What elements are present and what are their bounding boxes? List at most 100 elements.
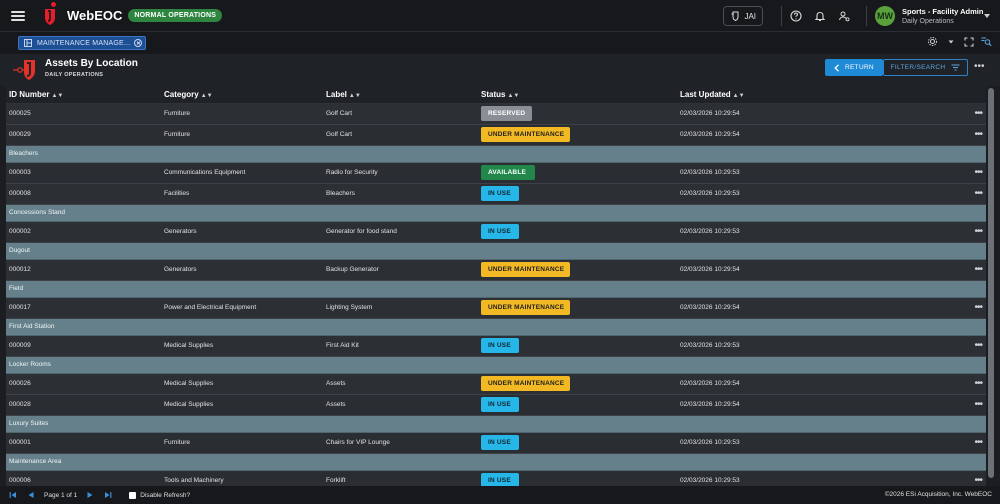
table-row[interactable]: 000017 Power and Electrical Equipment Ligh… xyxy=(6,297,986,319)
divider xyxy=(781,6,782,26)
cell-label: Lighting System xyxy=(323,297,478,319)
row-more-options-icon[interactable]: ••• xyxy=(957,394,986,416)
table-row[interactable]: 000006 Tools and Machinery Forklift IN USE 0… xyxy=(6,470,986,486)
assets-table: ID Number ▲▼ Category ▲▼ Label ▲▼ Status ▲▼ … xyxy=(6,86,986,486)
table-row[interactable]: 000029 Furniture Golf Cart UNDER MAINTENANC… xyxy=(6,124,986,146)
table-row[interactable]: 000028 Medical Supplies Assets IN USE 02/03/… xyxy=(6,394,986,416)
tab-strip-tools xyxy=(927,36,992,47)
cell-id-number: 000026 xyxy=(6,373,161,395)
table-body: 000025 Furniture Golf Cart RESERVED 02/03/20… xyxy=(6,103,986,486)
row-more-options-icon[interactable]: ••• xyxy=(957,432,986,454)
return-button[interactable]: RETURN xyxy=(825,59,883,76)
row-more-options-icon[interactable]: ••• xyxy=(957,103,986,125)
row-more-options-icon[interactable]: ••• xyxy=(957,183,986,205)
avatar[interactable]: MW xyxy=(875,6,895,26)
sort-icon: ▲▼ xyxy=(348,92,361,99)
help-icon[interactable] xyxy=(788,8,804,24)
group-header-row: Maintenance Area xyxy=(6,453,986,471)
board-icon xyxy=(24,39,32,47)
page-indicator: Page 1 of 1 xyxy=(44,491,78,499)
group-header-row: Luxury Suites xyxy=(6,415,986,433)
jai-button[interactable]: JAI xyxy=(723,6,763,26)
cell-id-number: 000017 xyxy=(6,297,161,319)
column-header-status[interactable]: Status ▲▼ xyxy=(478,86,677,104)
table-row[interactable]: 000026 Medical Supplies Assets UNDER MAINTE… xyxy=(6,373,986,395)
cell-category: Medical Supplies xyxy=(161,335,323,357)
filter-search-button[interactable]: FILTER/SEARCH xyxy=(883,59,968,76)
group-header-row: Field xyxy=(6,280,986,298)
tab-maintenance-management[interactable]: MAINTENANCE MANAGE... xyxy=(18,36,146,50)
return-label: RETURN xyxy=(845,64,874,71)
row-more-options-icon[interactable]: ••• xyxy=(957,373,986,395)
group-location-name: Concessions Stand xyxy=(6,204,986,222)
row-more-options-icon[interactable]: ••• xyxy=(957,124,986,146)
vertical-scrollbar[interactable] xyxy=(987,86,995,486)
chevron-down-icon[interactable] xyxy=(984,14,990,18)
cell-label: First Aid Kit xyxy=(323,335,478,357)
row-more-options-icon[interactable]: ••• xyxy=(957,335,986,357)
column-header-id[interactable]: ID Number ▲▼ xyxy=(6,86,161,104)
row-more-options-icon[interactable]: ••• xyxy=(957,297,986,319)
cell-id-number: 000029 xyxy=(6,124,161,146)
table-row[interactable]: 000002 Generators Generator for food stand… xyxy=(6,221,986,243)
group-location-name: Bleachers xyxy=(6,145,986,163)
chevron-down-icon[interactable] xyxy=(945,36,956,47)
menu-icon[interactable] xyxy=(11,10,25,21)
status-badge: UNDER MAINTENANCE xyxy=(481,262,570,277)
column-header-last-updated[interactable]: Last Updated ▲▼ xyxy=(677,86,957,104)
cell-category: Power and Electrical Equipment xyxy=(161,297,323,319)
webeoc-logo xyxy=(43,1,57,25)
group-header-row: Bleachers xyxy=(6,145,986,163)
cell-status: IN USE xyxy=(478,394,677,416)
table-row[interactable]: 000008 Facilities Bleachers IN USE 02/03/202… xyxy=(6,183,986,205)
cell-category: Generators xyxy=(161,221,323,243)
search-list-icon[interactable] xyxy=(981,36,992,47)
last-page-icon[interactable] xyxy=(103,490,113,500)
bell-icon[interactable] xyxy=(812,8,828,24)
user-menu[interactable]: Sports - Facility Admin Daily Operations xyxy=(902,7,984,25)
status-badge: IN USE xyxy=(481,224,519,239)
disable-refresh-checkbox[interactable] xyxy=(129,491,137,499)
row-more-options-icon[interactable]: ••• xyxy=(957,259,986,281)
group-location-name: Field xyxy=(6,280,986,298)
settings-icon[interactable] xyxy=(927,36,938,47)
cell-status: UNDER MAINTENANCE xyxy=(478,259,677,281)
first-page-icon[interactable] xyxy=(8,490,18,500)
row-more-options-icon[interactable]: ••• xyxy=(957,221,986,243)
board-logo-icon xyxy=(12,57,38,83)
table-row[interactable]: 000001 Furniture Chairs for VIP Lounge IN U… xyxy=(6,432,986,454)
scrollbar-thumb[interactable] xyxy=(988,88,994,478)
cell-last-updated: 02/03/2026 10:29:53 xyxy=(677,183,957,205)
table-row[interactable]: 000009 Medical Supplies First Aid Kit IN US… xyxy=(6,335,986,357)
status-badge: IN USE xyxy=(481,473,519,486)
cell-last-updated: 02/03/2026 10:29:54 xyxy=(677,103,957,125)
previous-page-icon[interactable] xyxy=(26,490,36,500)
status-badge: IN USE xyxy=(481,435,519,450)
cell-category: Medical Supplies xyxy=(161,394,323,416)
jai-label: JAI xyxy=(744,11,756,21)
table-row[interactable]: 000003 Communications Equipment Radio for … xyxy=(6,162,986,184)
user-name: Sports - Facility Admin xyxy=(902,7,984,16)
fullscreen-icon[interactable] xyxy=(963,36,974,47)
row-more-options-icon[interactable]: ••• xyxy=(957,470,986,486)
filter-search-label: FILTER/SEARCH xyxy=(890,64,946,71)
cell-last-updated: 02/03/2026 10:29:53 xyxy=(677,221,957,243)
cell-category: Communications Equipment xyxy=(161,162,323,184)
cell-id-number: 000001 xyxy=(6,432,161,454)
status-badge: AVAILABLE xyxy=(481,165,535,180)
row-more-options-icon[interactable]: ••• xyxy=(957,162,986,184)
status-badge: UNDER MAINTENANCE xyxy=(481,300,570,315)
next-page-icon[interactable] xyxy=(85,490,95,500)
more-options-icon[interactable]: ••• xyxy=(974,62,985,72)
column-header-label[interactable]: Label ▲▼ xyxy=(323,86,478,104)
cell-label: Backup Generator xyxy=(323,259,478,281)
close-icon[interactable] xyxy=(134,39,142,47)
table-row[interactable]: 000012 Generators Backup Generator UNDER MA… xyxy=(6,259,986,281)
cell-id-number: 000008 xyxy=(6,183,161,205)
cell-label: Chairs for VIP Lounge xyxy=(323,432,478,454)
table-row[interactable]: 000025 Furniture Golf Cart RESERVED 02/03/20… xyxy=(6,103,986,125)
filter-icon xyxy=(951,64,960,71)
group-location-name: Dugout xyxy=(6,242,986,260)
column-header-category[interactable]: Category ▲▼ xyxy=(161,86,323,104)
user-switch-icon[interactable] xyxy=(836,8,852,24)
